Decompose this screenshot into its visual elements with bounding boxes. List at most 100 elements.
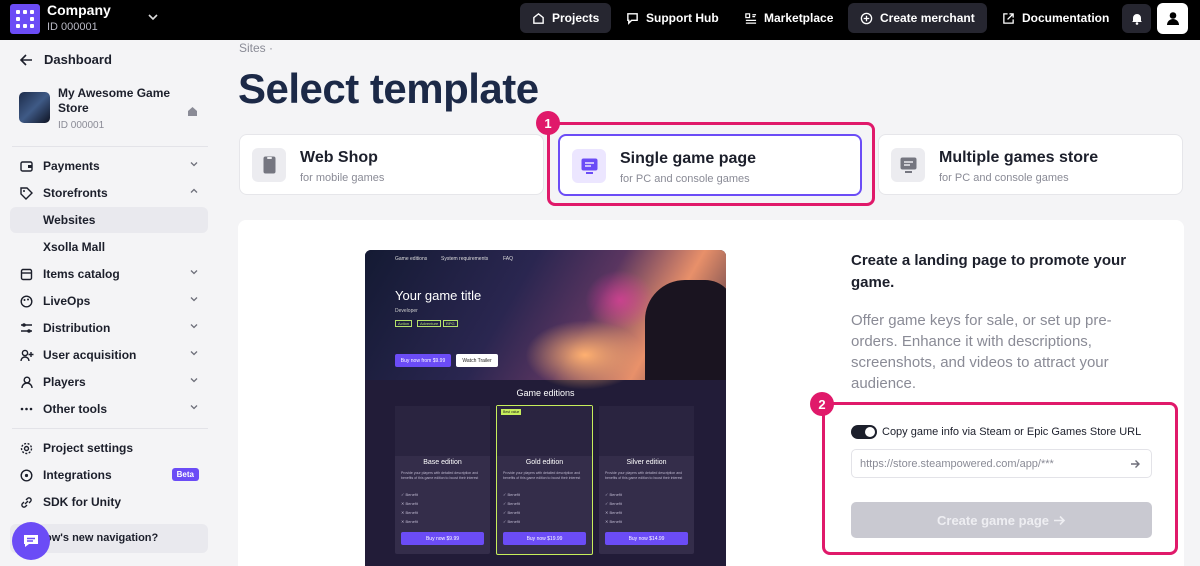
home-icon <box>533 12 544 24</box>
benefit-label: Benefit <box>507 492 520 497</box>
sidebar-item-distribution[interactable]: Distribution <box>10 315 208 341</box>
preview-hero: Game editions System requirements FAQ Yo… <box>365 250 726 390</box>
edition-benefit: ✓ Benefit <box>401 492 418 497</box>
template-card-multiple-games[interactable]: Multiple games store for PC and console … <box>878 134 1183 195</box>
dashboard-link[interactable]: Dashboard <box>20 52 112 67</box>
sliders-icon <box>21 323 32 333</box>
template-sub: for PC and console games <box>939 172 1069 184</box>
sidebar-item-xsolla-mall[interactable]: Xsolla Mall <box>10 234 208 260</box>
marketplace-button[interactable]: Marketplace <box>732 3 845 33</box>
preview-tag: RPG <box>443 320 458 327</box>
arrow-right-icon[interactable] <box>1130 456 1141 474</box>
edition-buy-button: Buy now $9.99 <box>401 532 484 545</box>
edition-benefit: ✓ Benefit <box>503 501 520 506</box>
sidebar-item-integrations[interactable]: Integrations Beta <box>10 462 208 488</box>
preview-edition-card: Silver edition Provide your players with… <box>599 406 694 554</box>
edition-buy-button: Buy now $14.99 <box>605 532 688 545</box>
template-name: Web Shop <box>300 149 378 166</box>
sidebar-item-items-catalog[interactable]: Items catalog <box>10 261 208 287</box>
support-label: Support Hub <box>646 11 719 25</box>
documentation-label: Documentation <box>1022 11 1110 25</box>
sidebar-item-players[interactable]: Players <box>10 369 208 395</box>
divider <box>12 428 208 429</box>
phone-icon <box>252 148 286 182</box>
edition-benefit: ✓ Benefit <box>503 519 520 524</box>
edition-buy-button: Buy now $19.99 <box>503 532 586 545</box>
wallet-icon <box>20 160 33 172</box>
edition-image <box>599 406 694 456</box>
benefit-label: Benefit <box>405 510 418 515</box>
edition-name: Base edition <box>423 459 462 466</box>
store-id: ID 000001 <box>58 120 105 131</box>
sidebar-item-websites[interactable]: Websites <box>10 207 208 233</box>
home-icon[interactable] <box>187 104 198 122</box>
user-icon[interactable] <box>1157 3 1188 34</box>
preview-trailer-button: Watch Trailer <box>456 354 498 367</box>
chevron-down-icon <box>190 405 198 410</box>
projects-button[interactable]: Projects <box>520 3 612 33</box>
edition-benefit: ✕ Benefit <box>401 519 418 524</box>
sidebar-item-other-tools[interactable]: Other tools <box>10 396 208 422</box>
sidebar-item-project-settings[interactable]: Project settings <box>10 435 208 461</box>
documentation-button[interactable]: Documentation <box>990 3 1121 33</box>
create-merchant-button[interactable]: Create merchant <box>848 3 987 33</box>
benefit-label: Benefit <box>609 492 622 497</box>
chevron-down-icon[interactable] <box>148 10 158 24</box>
benefit-label: Benefit <box>507 501 520 506</box>
store-avatar <box>19 92 50 123</box>
breadcrumb[interactable]: Sites · <box>239 41 273 55</box>
company-id: ID 000001 <box>47 21 98 33</box>
template-card-web-shop[interactable]: Web Shop for mobile games <box>239 134 544 195</box>
sidebar: Dashboard My Awesome Game Store ID 00000… <box>0 40 220 566</box>
sidebar-item-sdk-unity[interactable]: SDK for Unity <box>10 489 208 515</box>
preview-nav-item: System requirements <box>441 256 489 262</box>
bell-icon[interactable] <box>1122 4 1151 33</box>
sidebar-item-label: Payments <box>43 159 100 173</box>
sidebar-item-label: SDK for Unity <box>43 495 121 509</box>
annotation-badge-1: 1 <box>536 111 560 135</box>
box-icon <box>20 268 33 280</box>
sidebar-item-storefronts[interactable]: Storefronts <box>10 180 208 206</box>
edition-benefit: ✕ Benefit <box>401 510 418 515</box>
sidebar-item-user-acquisition[interactable]: User acquisition <box>10 342 208 368</box>
apps-icon <box>745 12 757 24</box>
preview-game-title: Your game title <box>395 288 482 303</box>
benefit-label: Benefit <box>405 501 418 506</box>
copy-info-toggle[interactable] <box>851 425 877 439</box>
preview-nav-item: FAQ <box>503 256 514 262</box>
sidebar-item-payments[interactable]: Payments <box>10 153 208 179</box>
store-name[interactable]: My Awesome Game Store <box>58 86 186 116</box>
best-value-badge: Best value <box>501 409 522 415</box>
company-name[interactable]: Company <box>47 2 111 18</box>
sidebar-item-liveops[interactable]: LiveOps <box>10 288 208 314</box>
benefit-label: Benefit <box>405 492 418 497</box>
beta-badge: Beta <box>171 468 199 481</box>
template-description-text: Offer game keys for sale, or set up pre-… <box>851 312 1112 392</box>
benefit-label: Benefit <box>609 501 622 506</box>
template-name: Multiple games store <box>939 149 1099 166</box>
preview-tag: Adventure <box>417 320 442 327</box>
sidebar-item-label: LiveOps <box>43 294 91 308</box>
edition-benefit: ✓ Benefit <box>503 492 520 497</box>
hero-sun <box>525 320 645 390</box>
edition-benefit: ✕ Benefit <box>605 510 622 515</box>
divider <box>12 146 208 147</box>
chevron-down-icon <box>190 162 198 167</box>
support-hub-button[interactable]: Support Hub <box>614 3 731 33</box>
breadcrumb-sites[interactable]: Sites <box>239 41 266 55</box>
arrow-left-icon <box>20 53 32 66</box>
edition-image <box>395 406 490 456</box>
chat-widget-icon[interactable] <box>12 522 50 560</box>
create-game-page-button[interactable]: Create game page <box>851 502 1152 538</box>
sidebar-item-label: Items catalog <box>43 267 120 281</box>
edition-benefit: ✕ Benefit <box>605 519 622 524</box>
chat-icon <box>627 12 638 25</box>
compass-icon <box>20 468 33 482</box>
xsolla-logo[interactable] <box>10 4 40 34</box>
benefit-label: Benefit <box>507 510 520 515</box>
sidebar-item-label: Integrations <box>43 468 112 482</box>
template-description-heading: Create a landing page to promote your ga… <box>851 252 1127 291</box>
hero-creature <box>645 280 726 380</box>
benefit-label: Benefit <box>609 519 622 524</box>
store-url-input[interactable] <box>851 449 1152 478</box>
